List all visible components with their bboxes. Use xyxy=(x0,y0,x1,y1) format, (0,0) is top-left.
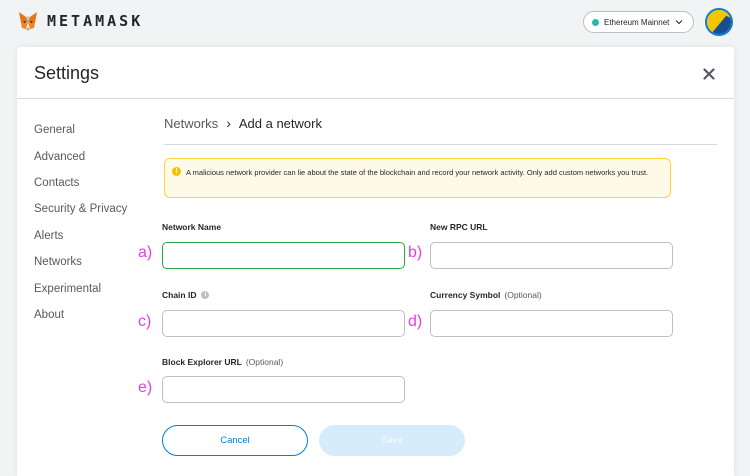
close-icon[interactable] xyxy=(703,68,715,80)
currency-symbol-input[interactable] xyxy=(430,310,673,337)
block-explorer-label-text: Block Explorer URL xyxy=(162,357,242,367)
optional-tag: (Optional) xyxy=(504,290,542,300)
block-explorer-label: Block Explorer URL (Optional) xyxy=(162,357,283,367)
marker-a: a) xyxy=(138,244,153,261)
marker-e: e) xyxy=(138,379,153,396)
breadcrumb-networks-link[interactable]: Networks xyxy=(164,116,218,131)
breadcrumb: Networks › Add a network xyxy=(164,115,322,131)
rpc-url-input[interactable] xyxy=(430,242,673,269)
brand: METAMASK xyxy=(17,10,143,32)
marker-c: c) xyxy=(138,313,152,330)
breadcrumb-separator: › xyxy=(226,115,231,131)
rpc-url-label: New RPC URL xyxy=(430,222,488,232)
cancel-button[interactable]: Cancel xyxy=(162,425,308,456)
sidebar-item-security-privacy[interactable]: Security & Privacy xyxy=(34,196,154,222)
settings-sidebar: General Advanced Contacts Security & Pri… xyxy=(34,117,154,328)
currency-symbol-label-text: Currency Symbol xyxy=(430,290,501,300)
sidebar-item-experimental[interactable]: Experimental xyxy=(34,275,154,301)
page-title: Settings xyxy=(34,63,100,83)
currency-symbol-label: Currency Symbol (Optional) xyxy=(430,290,542,300)
warning-text: A malicious network provider can lie abo… xyxy=(186,168,649,177)
network-name-input[interactable] xyxy=(162,242,405,269)
chain-id-label: Chain ID i xyxy=(162,290,210,300)
save-button[interactable]: Save xyxy=(319,425,465,456)
sidebar-item-contacts[interactable]: Contacts xyxy=(34,170,154,196)
sidebar-item-general[interactable]: General xyxy=(34,117,154,143)
warning-icon: ! xyxy=(172,167,181,176)
top-bar: METAMASK Ethereum Mainnet xyxy=(0,0,750,46)
marker-b: b) xyxy=(408,244,423,261)
network-name-label-text: Network Name xyxy=(162,222,222,232)
chain-id-label-text: Chain ID xyxy=(162,290,197,300)
breadcrumb-current: Add a network xyxy=(238,115,322,131)
divider xyxy=(164,144,717,145)
chain-id-input[interactable] xyxy=(162,310,405,337)
marker-d: d) xyxy=(408,313,423,330)
metamask-fox-icon xyxy=(19,12,37,31)
optional-tag: (Optional) xyxy=(245,357,284,367)
block-explorer-input[interactable] xyxy=(162,376,405,403)
settings-header: Settings xyxy=(17,47,734,99)
identicon-icon xyxy=(707,10,731,34)
sidebar-item-networks[interactable]: Networks xyxy=(34,249,154,275)
sidebar-item-alerts[interactable]: Alerts xyxy=(34,223,154,249)
sidebar-item-advanced[interactable]: Advanced xyxy=(34,143,154,169)
rpc-url-label-text: New RPC URL xyxy=(430,222,488,232)
network-selector[interactable]: Ethereum Mainnet xyxy=(583,11,694,33)
network-label: Ethereum Mainnet xyxy=(604,17,670,27)
warning-banner: ! A malicious network provider can lie a… xyxy=(164,158,671,198)
chevron-down-icon xyxy=(676,20,683,25)
info-icon[interactable]: i xyxy=(201,291,210,299)
network-status-dot xyxy=(592,18,599,26)
account-avatar[interactable] xyxy=(705,8,733,36)
brand-name: METAMASK xyxy=(47,12,144,30)
network-name-label-abs: Network Name xyxy=(162,222,221,232)
sidebar-item-about[interactable]: About xyxy=(34,302,154,328)
add-network-content: Networks › Add a network ! A malicious n… xyxy=(164,99,734,476)
